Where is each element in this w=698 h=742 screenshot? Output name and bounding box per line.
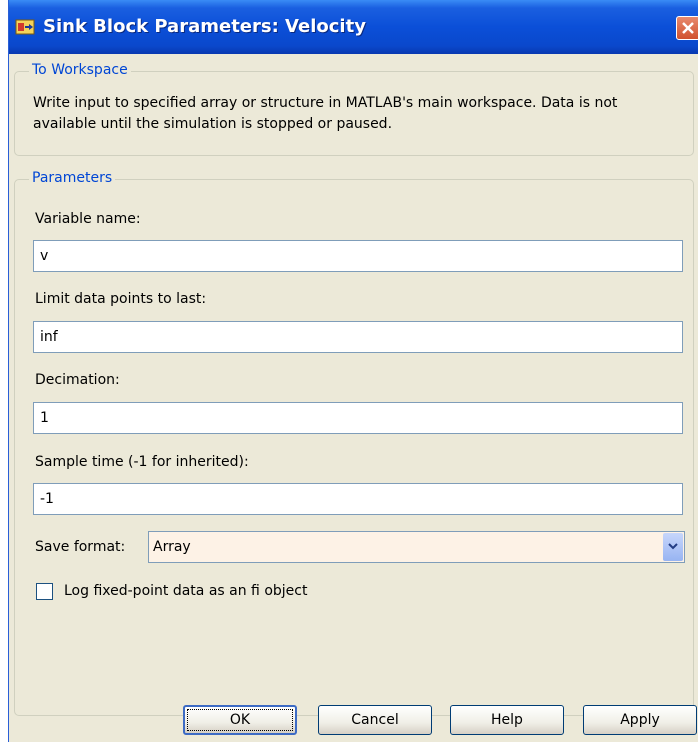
help-button-label: Help — [491, 712, 523, 728]
cancel-button-label: Cancel — [351, 712, 399, 728]
limit-points-label: Limit data points to last: — [35, 291, 207, 307]
description-line-1: Write input to specified array or struct… — [33, 95, 618, 111]
chevron-down-icon — [668, 543, 678, 550]
save-format-value: Array — [153, 539, 191, 555]
decimation-input[interactable]: 1 — [33, 402, 683, 434]
sample-time-input[interactable]: -1 — [33, 483, 683, 515]
title-bar[interactable]: Sink Block Parameters: Velocity — [9, 0, 698, 54]
window-title: Sink Block Parameters: Velocity — [43, 16, 366, 37]
description-line-2: available until the simulation is stoppe… — [33, 116, 393, 132]
decimation-label: Decimation: — [35, 372, 120, 388]
save-format-label: Save format: — [35, 539, 126, 555]
log-fixed-point-checkbox[interactable] — [36, 583, 53, 600]
help-button[interactable]: Help — [450, 705, 564, 735]
variable-name-label: Variable name: — [35, 211, 141, 227]
variable-name-input[interactable]: v — [33, 240, 683, 272]
apply-button-label: Apply — [620, 712, 660, 728]
simulink-block-icon — [15, 17, 35, 37]
save-format-select[interactable]: Array — [148, 531, 685, 563]
close-icon — [682, 22, 694, 34]
to-workspace-legend: To Workspace — [29, 62, 131, 78]
focus-ring — [187, 709, 293, 731]
log-fixed-point-label: Log fixed-point data as an fi object — [64, 583, 308, 599]
sample-time-label: Sample time (-1 for inherited): — [35, 454, 249, 470]
close-button[interactable] — [676, 16, 698, 40]
cancel-button[interactable]: Cancel — [318, 705, 432, 735]
dropdown-button[interactable] — [663, 533, 683, 561]
parameters-legend: Parameters — [29, 170, 116, 186]
ok-button[interactable]: OK — [183, 705, 297, 735]
apply-button[interactable]: Apply — [583, 705, 697, 735]
limit-points-input[interactable]: inf — [33, 321, 683, 353]
dialog-window: Sink Block Parameters: Velocity To Works… — [8, 0, 698, 742]
